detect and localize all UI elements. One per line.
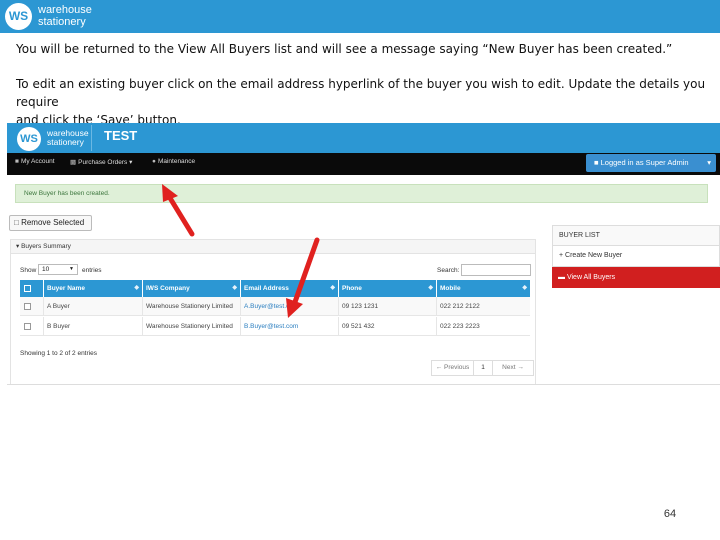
- sort-icon: ◆: [330, 285, 335, 291]
- view-all-buyers-link[interactable]: ▬ View All Buyers: [552, 267, 720, 288]
- phone-cell: 09 123 1231: [339, 297, 437, 316]
- view-all-buyers-label: View All Buyers: [566, 274, 616, 281]
- select-all-checkbox[interactable]: [24, 285, 31, 292]
- create-new-buyer-label: Create New Buyer: [565, 252, 623, 259]
- nav-my-account-label: My Account: [20, 158, 55, 165]
- panel-header: ▾ Buyers Summary: [11, 240, 535, 254]
- nav-purchase-orders-label: Purchase Orders: [78, 159, 128, 166]
- users-icon: ●: [152, 158, 156, 165]
- column-header[interactable]: Email Address ◆: [241, 280, 339, 297]
- instruction-line-1: To edit an existing buyer click on the e…: [16, 77, 706, 109]
- brand-line-1: warehouse: [38, 4, 92, 16]
- table-row: A Buyer Warehouse Stationery Limited A.B…: [20, 297, 530, 316]
- brand-wordmark: warehouse stationery: [38, 4, 92, 28]
- buyer-list-heading: BUYER LIST: [552, 225, 720, 246]
- logged-in-dropdown[interactable]: ■ Logged in as Super Admin ▾: [586, 154, 716, 172]
- row-checkbox[interactable]: [24, 323, 31, 330]
- email-link[interactable]: A.Buyer@test.com: [241, 297, 339, 316]
- success-alert: New Buyer has been created.: [15, 184, 708, 203]
- app-brand-wordmark: warehouse stationery: [47, 129, 89, 147]
- page-size-value: 10: [42, 266, 50, 273]
- chevron-down-icon: ▾: [127, 159, 133, 166]
- remove-selected-button[interactable]: □ Remove Selected: [9, 215, 92, 231]
- select-all-column: [20, 280, 44, 297]
- header-divider: [91, 125, 92, 151]
- show-label: Show: [20, 267, 37, 274]
- column-header[interactable]: Buyer Name ◆: [44, 280, 143, 297]
- instruction-paragraph-1: You will be returned to the View All Buy…: [16, 42, 673, 56]
- company-cell: Warehouse Stationery Limited: [143, 317, 241, 336]
- column-header[interactable]: Mobile ◆: [437, 280, 530, 297]
- sort-icon: ◆: [428, 285, 433, 291]
- buyer-name-cell: A Buyer: [44, 297, 143, 316]
- search-label: Search:: [437, 267, 460, 274]
- search-input[interactable]: [461, 264, 531, 276]
- table-info: Showing 1 to 2 of 2 entries: [20, 350, 97, 357]
- pagination: ← Previous 1 Next →: [431, 360, 534, 376]
- page-number: 64: [663, 508, 677, 520]
- logged-in-label: Logged in as Super Admin: [600, 158, 689, 167]
- page-size-select[interactable]: 10 ▼: [38, 264, 78, 275]
- chevron-down-icon: ▾: [707, 158, 711, 167]
- buyer-name-cell: B Buyer: [44, 317, 143, 336]
- table-header: Buyer Name ◆ IWS Company ◆ Email Address ◆ …: [20, 280, 530, 297]
- column-header-label: Mobile: [440, 285, 461, 292]
- mobile-cell: 022 212 2122: [440, 303, 480, 310]
- row-checkbox[interactable]: [24, 303, 31, 310]
- document-icon: ▩: [70, 159, 77, 166]
- next-page-button[interactable]: Next →: [493, 361, 533, 375]
- column-header-label: Buyer Name: [47, 285, 85, 292]
- sort-icon: ◆: [134, 285, 139, 291]
- remove-selected-label: Remove Selected: [21, 218, 85, 227]
- app-screenshot: WS warehouse stationery TEST ■ My Account…: [7, 123, 720, 385]
- entries-label: entries: [82, 267, 102, 274]
- app-title: TEST: [104, 128, 138, 143]
- buyers-summary-panel: ▾ Buyers Summary Show 10 ▼ entries Searc…: [10, 239, 536, 384]
- app-brand-line-2: stationery: [47, 137, 84, 147]
- mobile-cell: 022 223 2223: [440, 323, 480, 330]
- instruction-paragraph-2: To edit an existing buyer click on the e…: [16, 75, 716, 129]
- page-1-button[interactable]: 1: [474, 361, 493, 375]
- create-new-buyer-link[interactable]: + Create New Buyer: [552, 246, 720, 267]
- column-header-label: IWS Company: [146, 285, 190, 292]
- column-header[interactable]: IWS Company ◆: [143, 280, 241, 297]
- nav-purchase-orders[interactable]: ▩ Purchase Orders ▾: [70, 158, 132, 166]
- ws-logo-icon: WS: [5, 3, 32, 30]
- user-icon: ■: [15, 158, 19, 165]
- nav-my-account[interactable]: ■ My Account: [15, 158, 55, 165]
- column-header[interactable]: Phone ◆: [339, 280, 437, 297]
- main-navbar: ■ My Account ▩ Purchase Orders ▾ ● Maintena…: [7, 153, 720, 175]
- column-header-label: Phone: [342, 285, 362, 292]
- user-icon: ■: [594, 158, 601, 167]
- row-select-cell: [20, 297, 44, 316]
- email-link[interactable]: B.Buyer@test.com: [241, 317, 339, 336]
- trash-icon: □: [14, 218, 22, 227]
- slide-header-bar: WS warehouse stationery: [0, 0, 720, 33]
- panel-title: Buyers Summary: [21, 243, 71, 250]
- brand-line-2: stationery: [38, 16, 86, 28]
- app-header: WS warehouse stationery TEST: [7, 123, 720, 153]
- list-icon: ▬: [558, 274, 567, 281]
- previous-page-button[interactable]: ← Previous: [432, 361, 474, 375]
- chevron-down-icon: ▼: [69, 266, 74, 272]
- column-header-label: Email Address: [244, 285, 289, 292]
- sort-icon: ◆: [232, 285, 237, 291]
- company-cell: Warehouse Stationery Limited: [143, 297, 241, 316]
- row-select-cell: [20, 317, 44, 336]
- table-row: B Buyer Warehouse Stationery Limited B.B…: [20, 317, 530, 336]
- sort-icon: ◆: [522, 285, 527, 291]
- phone-cell: 09 521 432: [339, 317, 437, 336]
- nav-maintenance[interactable]: ● Maintenance: [152, 158, 195, 165]
- ws-logo-icon: WS: [17, 127, 41, 151]
- nav-maintenance-label: Maintenance: [157, 158, 196, 165]
- buyer-list-sidebar: BUYER LIST + Create New Buyer ▬ View All…: [552, 225, 720, 288]
